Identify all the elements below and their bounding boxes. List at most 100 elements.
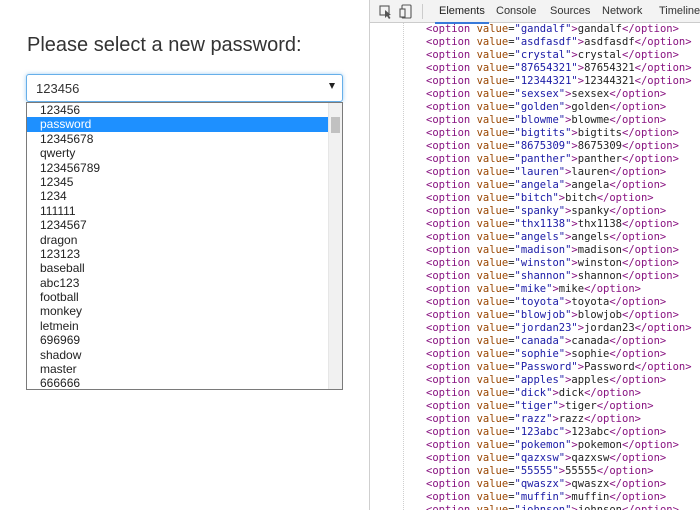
code-line[interactable]: <option value="bitch">bitch</option> — [426, 192, 654, 205]
code-line[interactable]: <option value="8675309">8675309</option> — [426, 140, 679, 153]
code-line[interactable]: <option value="apples">apples</option> — [426, 374, 666, 387]
code-line[interactable]: <option value="12344321">12344321</optio… — [426, 75, 692, 88]
code-token: <option — [426, 257, 477, 269]
code-line[interactable]: <option value="jordan23">jordan23</optio… — [426, 322, 692, 335]
code-line[interactable]: <option value="55555">55555</option> — [426, 465, 654, 478]
code-line[interactable]: <option value="blowjob">blowjob</option> — [426, 309, 679, 322]
code-token: <option — [426, 231, 477, 243]
code-token: value — [476, 179, 509, 191]
code-line[interactable]: <option value="asdfasdf">asdfasdf</optio… — [426, 36, 692, 49]
inspect-element-icon[interactable] — [376, 0, 396, 23]
code-line[interactable]: <option value="shannon">shannon</option> — [426, 270, 679, 283]
code-line[interactable]: <option value="mike">mike</option> — [426, 283, 641, 296]
dropdown-option[interactable]: 1234 — [27, 189, 329, 203]
dropdown-option[interactable]: 123456789 — [27, 161, 329, 175]
code-line[interactable]: <option value="dick">dick</option> — [426, 387, 641, 400]
dropdown-option[interactable]: shadow — [27, 348, 329, 362]
code-line[interactable]: <option value="crystal">crystal</option> — [426, 49, 679, 62]
code-line[interactable]: <option value="sophie">sophie</option> — [426, 348, 666, 361]
code-line[interactable]: <option value="spanky">spanky</option> — [426, 205, 666, 218]
device-mode-icon[interactable] — [397, 0, 417, 23]
code-token: </option> — [609, 426, 667, 438]
code-line[interactable]: <option value="winston">winston</option> — [426, 257, 679, 270]
option-text: spanky — [571, 205, 610, 217]
option-value-attr: "qazxsw" — [514, 452, 566, 464]
code-token: <option — [426, 127, 477, 139]
tab-timeline[interactable]: Timeline — [659, 0, 700, 23]
code-line[interactable]: <option value="golden">golden</option> — [426, 101, 666, 114]
option-value-attr: "crystal" — [514, 49, 572, 61]
dropdown-option[interactable]: monkey — [27, 304, 329, 318]
code-line[interactable]: <option value="johnson">johnson</option> — [426, 504, 679, 510]
code-token: value — [476, 465, 509, 477]
dropdown-arrow-icon[interactable] — [329, 83, 335, 89]
code-token: value — [476, 231, 509, 243]
option-text: bigtits — [577, 127, 623, 139]
dropdown-option[interactable]: baseball — [27, 261, 329, 275]
code-line[interactable]: <option value="thx1138">thx1138</option> — [426, 218, 679, 231]
dropdown-option[interactable]: master — [27, 362, 329, 376]
dropdown-option[interactable]: letmein — [27, 319, 329, 333]
option-value-attr: "muffin" — [514, 491, 566, 503]
code-line[interactable]: <option value="87654321">87654321</optio… — [426, 62, 692, 75]
code-line[interactable]: <option value="Password">Password</optio… — [426, 361, 692, 374]
elements-tree[interactable]: <option value="gandalf">gandalf</option>… — [370, 23, 700, 510]
dropdown-option[interactable]: dragon — [27, 233, 329, 247]
code-line[interactable]: <option value="qwaszx">qwaszx</option> — [426, 478, 666, 491]
tab-network[interactable]: Network — [602, 0, 642, 23]
code-line[interactable]: <option value="canada">canada</option> — [426, 335, 666, 348]
option-text: Password — [584, 361, 635, 373]
code-line[interactable]: <option value="bigtits">bigtits</option> — [426, 127, 679, 140]
dropdown-option[interactable]: qwerty — [27, 146, 329, 160]
code-token: <option — [426, 309, 477, 321]
code-token: </option> — [584, 413, 641, 425]
code-line[interactable]: <option value="angela">angela</option> — [426, 179, 666, 192]
dropdown-option[interactable]: 1234567 — [27, 218, 329, 232]
option-value-attr: "madison" — [514, 244, 572, 256]
code-token: value — [476, 348, 509, 360]
dropdown-option[interactable]: password — [27, 117, 329, 132]
password-dropdown-list[interactable]: 123456 password 12345678 qwerty 123456789 123… — [26, 102, 343, 390]
code-token: value — [476, 166, 509, 178]
tab-sources[interactable]: Sources — [550, 0, 590, 23]
dropdown-option[interactable]: 666666 — [27, 376, 329, 389]
code-token: </option> — [609, 296, 667, 308]
option-text: mike — [558, 283, 585, 295]
code-line[interactable]: <option value="gandalf">gandalf</option> — [426, 23, 679, 36]
code-line[interactable]: <option value="toyota">toyota</option> — [426, 296, 666, 309]
option-value-attr: "sophie" — [514, 348, 566, 360]
code-line[interactable]: <option value="123abc">123abc</option> — [426, 426, 666, 439]
option-value-attr: "panther" — [514, 153, 572, 165]
code-line[interactable]: <option value="tiger">tiger</option> — [426, 400, 654, 413]
code-line[interactable]: <option value="muffin">muffin</option> — [426, 491, 666, 504]
code-line[interactable]: <option value="blowme">blowme</option> — [426, 114, 666, 127]
code-line[interactable]: <option value="angels">angels</option> — [426, 231, 666, 244]
dropdown-option[interactable]: 123123 — [27, 247, 329, 261]
code-line[interactable]: <option value="panther">panther</option> — [426, 153, 679, 166]
option-text: golden — [571, 101, 610, 113]
code-token: <option — [426, 504, 477, 510]
code-line[interactable]: <option value="qazxsw">qazxsw</option> — [426, 452, 666, 465]
code-token: <option — [426, 439, 477, 451]
dropdown-scrollbar[interactable] — [328, 103, 342, 389]
password-select[interactable]: 123456 — [26, 74, 343, 102]
dropdown-option[interactable]: 696969 — [27, 333, 329, 347]
code-line[interactable]: <option value="sexsex">sexsex</option> — [426, 88, 666, 101]
code-line[interactable]: <option value="pokemon">pokemon</option> — [426, 439, 679, 452]
code-token: </option> — [634, 36, 692, 48]
dropdown-scrollbar-thumb[interactable] — [331, 117, 340, 133]
dropdown-option[interactable]: 12345 — [27, 175, 329, 189]
option-text: angels — [571, 231, 610, 243]
tab-console[interactable]: Console — [496, 0, 536, 23]
code-line[interactable]: <option value="razz">razz</option> — [426, 413, 641, 426]
dropdown-option[interactable]: football — [27, 290, 329, 304]
page-area: Please select a new password: 123456 123… — [0, 0, 370, 510]
code-line[interactable]: <option value="madison">madison</option> — [426, 244, 679, 257]
dropdown-option[interactable]: 12345678 — [27, 132, 329, 146]
code-line[interactable]: <option value="lauren">lauren</option> — [426, 166, 666, 179]
tab-elements[interactable]: Elements — [435, 0, 489, 24]
dropdown-option[interactable]: 123456 — [27, 103, 329, 117]
code-token: value — [476, 101, 509, 113]
dropdown-option[interactable]: abc123 — [27, 276, 329, 290]
dropdown-option[interactable]: 111111 — [27, 204, 329, 218]
